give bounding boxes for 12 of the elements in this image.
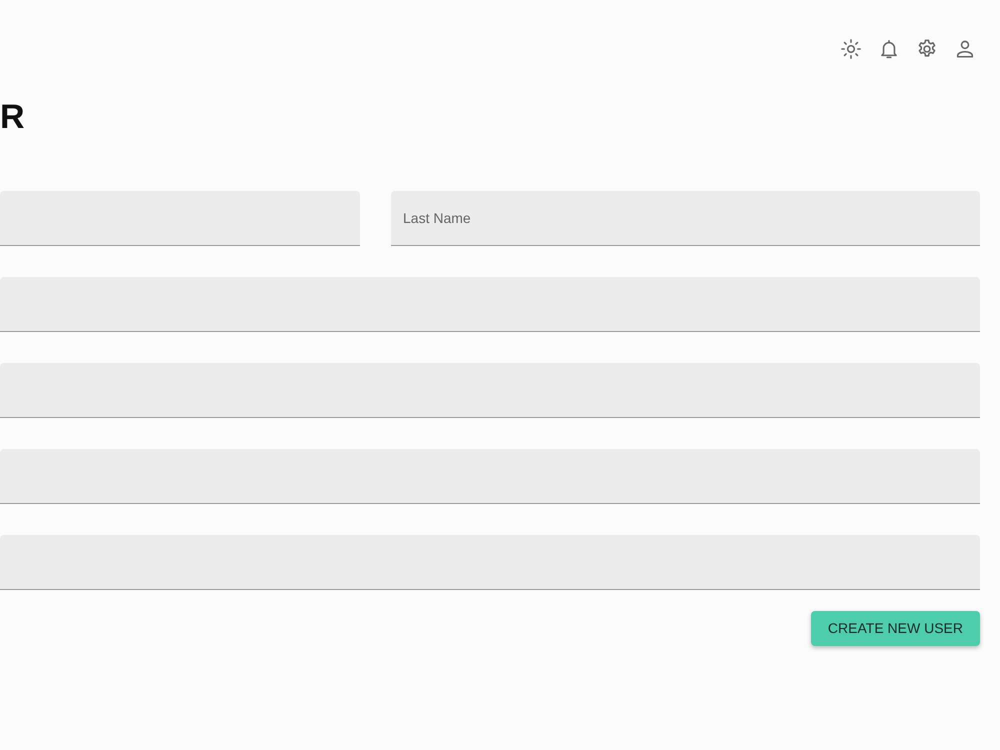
input-field[interactable]: Last Name: [391, 191, 980, 246]
input-field[interactable]: [0, 363, 980, 418]
user-icon[interactable]: [955, 39, 975, 59]
input-field[interactable]: [0, 277, 980, 332]
page-title: R: [0, 100, 26, 134]
bell-icon[interactable]: [879, 39, 899, 59]
input-field[interactable]: [0, 191, 360, 246]
input-field[interactable]: [0, 535, 980, 590]
input-field[interactable]: [0, 449, 980, 504]
settings-icon[interactable]: [917, 39, 937, 59]
sun-icon[interactable]: [841, 39, 861, 59]
create-user-button[interactable]: CREATE NEW USER: [810, 611, 980, 646]
